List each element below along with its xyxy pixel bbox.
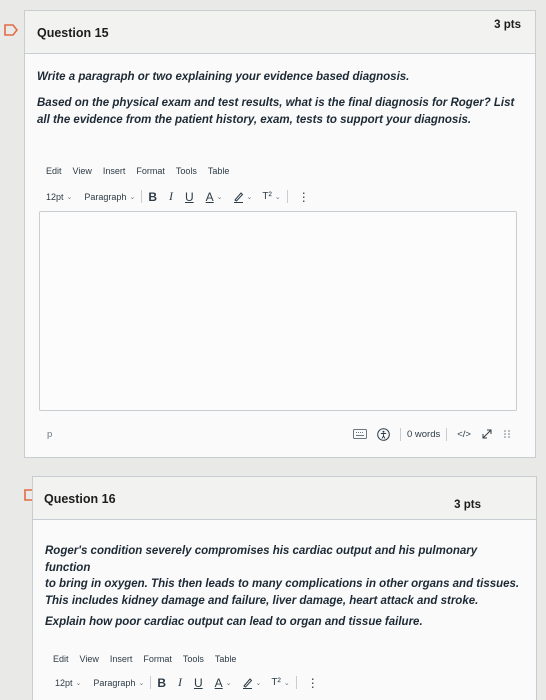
menu-view[interactable]: View [80,654,99,664]
keyboard-icon[interactable] [352,429,367,439]
html-editor-toggle[interactable]: </> [457,429,471,440]
menu-edit[interactable]: Edit [53,654,69,664]
superscript-icon: T² [271,677,281,688]
editor-menubar: Edit View Insert Format Tools Table [53,654,236,664]
menu-insert[interactable]: Insert [103,166,126,176]
chevron-down-icon: ⌄ [129,193,136,201]
bold-button[interactable]: B [157,676,166,690]
block-format-value: Paragraph [84,191,127,202]
more-options-icon[interactable]: ⋮ [298,190,310,204]
pen-icon [233,191,243,203]
superscript-button[interactable]: T² ⌄ [271,677,289,688]
menu-table[interactable]: Table [208,166,230,176]
toolbar-divider [150,676,152,689]
menu-tools[interactable]: Tools [176,166,197,176]
text-line-1: Roger's condition severely compromises h… [45,545,478,574]
text-color-button[interactable]: A ⌄ [206,190,223,204]
highlight-button[interactable]: ⌄ [233,191,253,203]
text-line-2: to bring in oxygen. This then leads to m… [45,578,520,590]
block-format-select[interactable]: Paragraph ⌄ [84,192,135,202]
answer-editor[interactable] [39,211,517,411]
editor-toolbar: 12pt ⌄ Paragraph ⌄ B I U A ⌄ ⌄ T² ⌄ ⋮ [55,675,319,690]
menu-view[interactable]: View [73,166,92,176]
editor-statusbar: p 0 words </> [39,424,517,444]
status-divider [446,427,448,441]
font-size-value: 12pt [46,191,64,202]
element-path[interactable]: p [47,429,52,440]
superscript-button[interactable]: T² ⌄ [262,191,280,202]
menu-table[interactable]: Table [215,654,237,664]
chevron-down-icon: ⌄ [283,679,290,687]
italic-button[interactable]: I [169,189,173,204]
highlight-button[interactable]: ⌄ [242,677,262,689]
chevron-down-icon: ⌄ [246,193,253,201]
font-size-select[interactable]: 12pt ⌄ [46,192,72,202]
question-15-title: Question 15 [37,26,109,40]
question-16-text: Roger's condition severely compromises h… [45,543,525,609]
question-16-header: Question 16 3 pts [33,477,536,520]
chevron-down-icon: ⌄ [66,193,73,201]
question-15-card: Question 15 3 pts Write a paragraph or t… [24,10,536,458]
text-color-icon: A [214,675,223,690]
superscript-icon: T² [262,191,272,202]
chevron-down-icon: ⌄ [274,193,281,201]
bold-button[interactable]: B [148,190,157,204]
font-size-value: 12pt [55,677,73,688]
text-color-icon: A [205,189,214,204]
underline-button[interactable]: U [194,676,203,690]
text-color-button[interactable]: A ⌄ [215,676,232,690]
flag-question-15-icon[interactable] [4,24,18,36]
chevron-down-icon: ⌄ [138,679,145,687]
block-format-value: Paragraph [93,677,136,688]
italic-button[interactable]: I [178,675,182,690]
font-size-select[interactable]: 12pt ⌄ [55,678,81,688]
status-divider [399,427,401,441]
word-count[interactable]: 0 words [407,429,440,440]
more-options-icon[interactable]: ⋮ [307,676,319,690]
question-15-points: 3 pts [494,19,521,31]
menu-insert[interactable]: Insert [110,654,133,664]
block-format-select[interactable]: Paragraph ⌄ [93,678,144,688]
menu-edit[interactable]: Edit [46,166,62,176]
question-16-prompt: Explain how poor cardiac output can lead… [45,616,423,628]
chevron-down-icon: ⌄ [225,679,232,687]
menu-format[interactable]: Format [136,166,165,176]
question-15-prompt: Write a paragraph or two explaining your… [37,69,527,129]
text-line-3: This includes kidney damage and failure,… [45,594,479,607]
question-16-points: 3 pts [454,499,481,511]
resize-handle-icon[interactable] [503,429,511,439]
prompt-line-2: Based on the physical exam and test resu… [37,97,515,109]
menu-format[interactable]: Format [143,654,172,664]
expand-icon[interactable] [481,428,493,440]
chevron-down-icon: ⌄ [216,193,223,201]
question-15-header: Question 15 3 pts [25,11,535,54]
prompt-line-1: Write a paragraph or two explaining your… [37,71,410,83]
prompt-line-3: all the evidence from the patient histor… [37,114,472,126]
question-16-title: Question 16 [44,492,116,506]
menu-tools[interactable]: Tools [183,654,204,664]
underline-button[interactable]: U [185,190,194,204]
editor-menubar: Edit View Insert Format Tools Table [46,166,229,176]
chevron-down-icon: ⌄ [75,679,82,687]
toolbar-divider [286,190,288,203]
pen-icon [242,677,252,689]
editor-toolbar: 12pt ⌄ Paragraph ⌄ B I U A ⌄ ⌄ T² ⌄ ⋮ [46,189,310,204]
question-16-card: Question 16 3 pts Roger's condition seve… [32,476,537,700]
toolbar-divider [295,676,297,689]
toolbar-divider [141,190,143,203]
accessibility-icon[interactable] [377,427,390,441]
chevron-down-icon: ⌄ [255,679,262,687]
